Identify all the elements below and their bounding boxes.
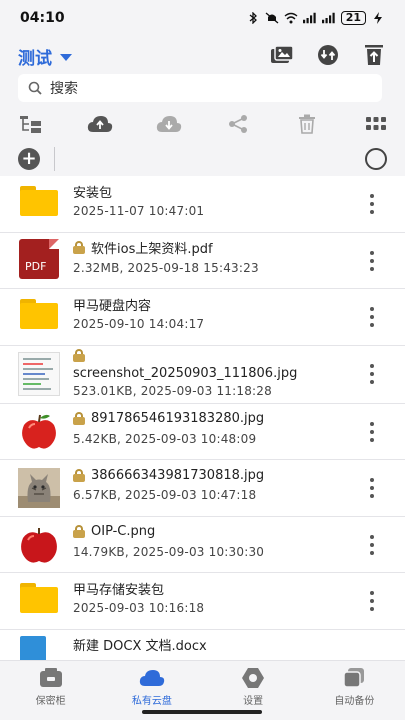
- signal-icon-2: [321, 12, 335, 24]
- mute-icon: [265, 12, 279, 24]
- cloud-icon: [139, 667, 165, 689]
- file-name: 甲马存储安装包: [73, 582, 165, 598]
- list-item[interactable]: 891786546193183280.jpg 5.42KB, 2025-09-0…: [0, 404, 405, 460]
- file-meta: 2.32MB, 2025-09-18 15:43:23: [73, 260, 259, 275]
- folder-selector[interactable]: 测试: [18, 44, 72, 69]
- divider: [54, 147, 55, 171]
- file-toolbar: [0, 110, 405, 138]
- more-options-icon[interactable]: [369, 363, 375, 384]
- add-icon[interactable]: +: [18, 148, 40, 170]
- home-indicator: [142, 710, 262, 714]
- apple-thumbnail: [18, 411, 60, 452]
- file-meta: 523.01KB, 2025-09-03 11:18:28: [73, 383, 272, 398]
- search-input[interactable]: 搜索: [50, 78, 78, 98]
- delete-icon[interactable]: [294, 112, 320, 136]
- docx-file-icon: [20, 635, 46, 660]
- status-bar: 04:10 21: [0, 0, 405, 36]
- lock-icon: [73, 241, 85, 254]
- status-icons: 21: [246, 11, 385, 25]
- more-options-icon[interactable]: [369, 250, 375, 271]
- photo-upload-icon[interactable]: [269, 42, 295, 68]
- file-name: 891786546193183280.jpg: [91, 411, 265, 426]
- share-icon[interactable]: [225, 112, 251, 136]
- file-meta: 6.57KB, 2025-09-03 10:47:18: [73, 488, 257, 502]
- screenshot-thumbnail: [18, 351, 60, 396]
- bluetooth-icon: [249, 12, 257, 24]
- cloud-upload-icon[interactable]: [87, 112, 113, 136]
- safe-icon: [38, 667, 64, 689]
- list-item[interactable]: screenshot_20250903_111806.jpg 523.01KB,…: [0, 346, 405, 404]
- folder-icon: [20, 583, 58, 613]
- wifi-icon: [284, 12, 298, 24]
- file-name: 386666343981730818.jpg: [91, 467, 265, 483]
- apple-thumbnail: [18, 524, 60, 565]
- list-item[interactable]: PDF 软件ios上架资料.pdf 2.32MB, 2025-09-18 15:…: [0, 233, 405, 289]
- more-options-icon[interactable]: [369, 478, 375, 498]
- dropdown-arrow-icon: [60, 54, 72, 61]
- cat-thumbnail: [18, 468, 60, 508]
- list-item[interactable]: 新建 DOCX 文档.docx: [0, 630, 405, 660]
- more-options-icon[interactable]: [369, 534, 375, 555]
- status-time: 04:10: [20, 10, 65, 26]
- more-options-icon[interactable]: [369, 307, 375, 327]
- more-options-icon[interactable]: [369, 421, 375, 442]
- file-meta: 2025-11-07 10:47:01: [73, 204, 205, 218]
- search-icon: [28, 81, 42, 95]
- list-item[interactable]: 甲马存储安装包 2025-09-03 10:16:18: [0, 573, 405, 630]
- nav-label: 设置: [243, 696, 264, 707]
- lock-icon: [73, 412, 85, 425]
- nav-backup[interactable]: 自动备份: [304, 661, 405, 720]
- nav-label: 保密柜: [35, 696, 66, 707]
- sync-icon[interactable]: [315, 42, 341, 68]
- file-list: 安装包 2025-11-07 10:47:01 PDF 软件ios上架资料.pd…: [0, 176, 405, 660]
- more-grid-icon[interactable]: [363, 112, 389, 136]
- file-name: 安装包: [73, 185, 113, 201]
- page-title: 测试: [18, 49, 52, 69]
- header: 测试 搜索 +: [0, 36, 405, 176]
- file-name: 软件ios上架资料.pdf: [91, 242, 213, 257]
- nav-safe[interactable]: 保密柜: [0, 661, 101, 720]
- lock-icon: [73, 525, 85, 538]
- file-meta: 2025-09-10 14:04:17: [73, 317, 205, 331]
- file-meta: 5.42KB, 2025-09-03 10:48:09: [73, 431, 257, 446]
- list-item[interactable]: OIP-C.png 14.79KB, 2025-09-03 10:30:30: [0, 517, 405, 573]
- nav-label: 自动备份: [334, 696, 375, 707]
- file-name: screenshot_20250903_111806.jpg: [73, 366, 298, 381]
- lock-icon: [73, 468, 85, 482]
- file-meta: 14.79KB, 2025-09-03 10:30:30: [73, 544, 265, 559]
- list-item[interactable]: 甲马硬盘内容 2025-09-10 14:04:17: [0, 289, 405, 346]
- charging-icon: [374, 12, 382, 24]
- settings-icon: [240, 667, 266, 689]
- list-item[interactable]: 安装包 2025-11-07 10:47:01: [0, 176, 405, 233]
- tree-view-icon[interactable]: [18, 112, 44, 136]
- battery-level: 21: [340, 11, 366, 25]
- cloud-download-icon[interactable]: [156, 112, 182, 136]
- file-name: OIP-C.png: [91, 524, 156, 539]
- signal-icon: [302, 12, 316, 24]
- search-bar[interactable]: 搜索: [18, 74, 382, 102]
- folder-icon: [20, 186, 58, 216]
- selection-bar: +: [0, 142, 405, 176]
- pdf-file-icon: PDF: [19, 238, 59, 279]
- file-name: 新建 DOCX 文档.docx: [73, 639, 207, 654]
- lock-icon: [73, 349, 85, 362]
- backup-icon: [341, 667, 367, 689]
- nav-label: 私有云盘: [131, 696, 172, 707]
- more-options-icon[interactable]: [369, 194, 375, 214]
- file-name: 甲马硬盘内容: [73, 298, 152, 314]
- folder-icon: [20, 299, 58, 329]
- list-item[interactable]: 386666343981730818.jpg 6.57KB, 2025-09-0…: [0, 460, 405, 517]
- file-meta: 2025-09-03 10:16:18: [73, 601, 205, 615]
- export-icon[interactable]: [361, 42, 387, 68]
- select-all-checkbox[interactable]: [365, 148, 387, 170]
- more-options-icon[interactable]: [369, 591, 375, 611]
- header-actions: [269, 42, 387, 68]
